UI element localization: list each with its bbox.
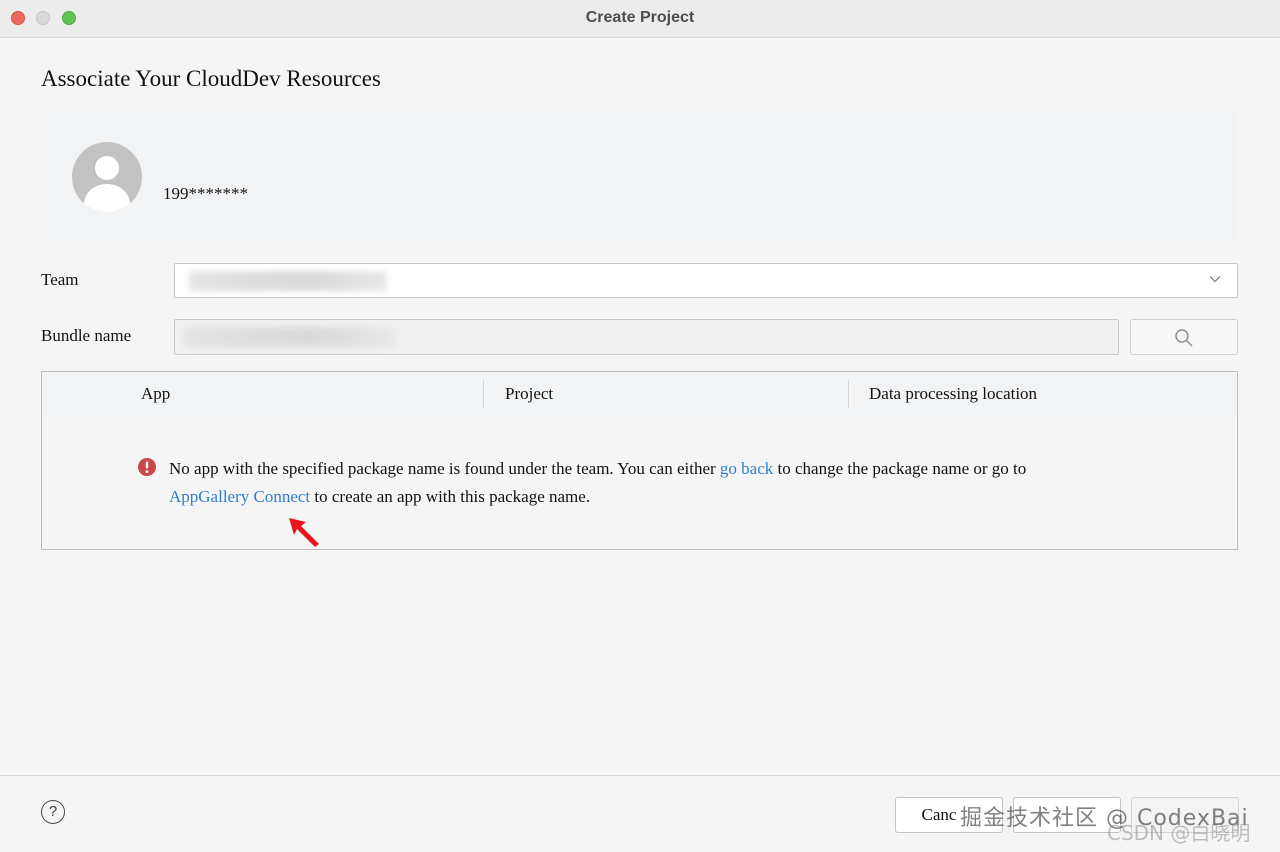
account-card: 199******* [41, 112, 1238, 240]
search-button[interactable] [1130, 319, 1238, 355]
chevron-down-icon [1209, 276, 1221, 283]
column-divider [848, 380, 849, 408]
team-select[interactable] [174, 263, 1238, 298]
title-bar: Create Project [0, 0, 1280, 38]
team-value-redacted [189, 271, 387, 291]
footer-divider [0, 775, 1280, 776]
user-avatar-icon [72, 142, 142, 212]
go-back-link[interactable]: go back [720, 459, 773, 478]
team-label: Team [41, 270, 79, 289]
apps-table: App Project Data processing location No … [41, 371, 1238, 550]
search-icon [1175, 329, 1193, 347]
column-header-app[interactable]: App [141, 372, 170, 416]
message-text: to change the package name or go to [773, 459, 1027, 478]
column-divider [483, 380, 484, 408]
table-header: App Project Data processing location [42, 372, 1237, 416]
appgallery-connect-link[interactable]: AppGallery Connect [169, 487, 310, 506]
help-icon[interactable]: ? [41, 800, 65, 824]
annotation-arrow-icon [289, 518, 319, 547]
page-title: Associate Your CloudDev Resources [41, 66, 381, 91]
window-title: Create Project [585, 9, 695, 26]
error-icon [138, 458, 156, 476]
column-header-data-location[interactable]: Data processing location [869, 372, 1037, 416]
watermark-text-secondary: CSDN @白晓明 [1107, 821, 1251, 845]
cancel-button-label: Canc [921, 805, 957, 824]
message-text: to create an app with this package name. [310, 487, 591, 506]
bundle-name-input[interactable] [174, 319, 1119, 355]
no-app-message: No app with the specified package name i… [169, 455, 1129, 511]
column-header-project[interactable]: Project [505, 372, 553, 416]
bundle-value-redacted [183, 327, 395, 347]
message-text: No app with the specified package name i… [169, 459, 720, 478]
bundle-name-label: Bundle name [41, 326, 132, 345]
account-id: 199******* [163, 184, 248, 203]
